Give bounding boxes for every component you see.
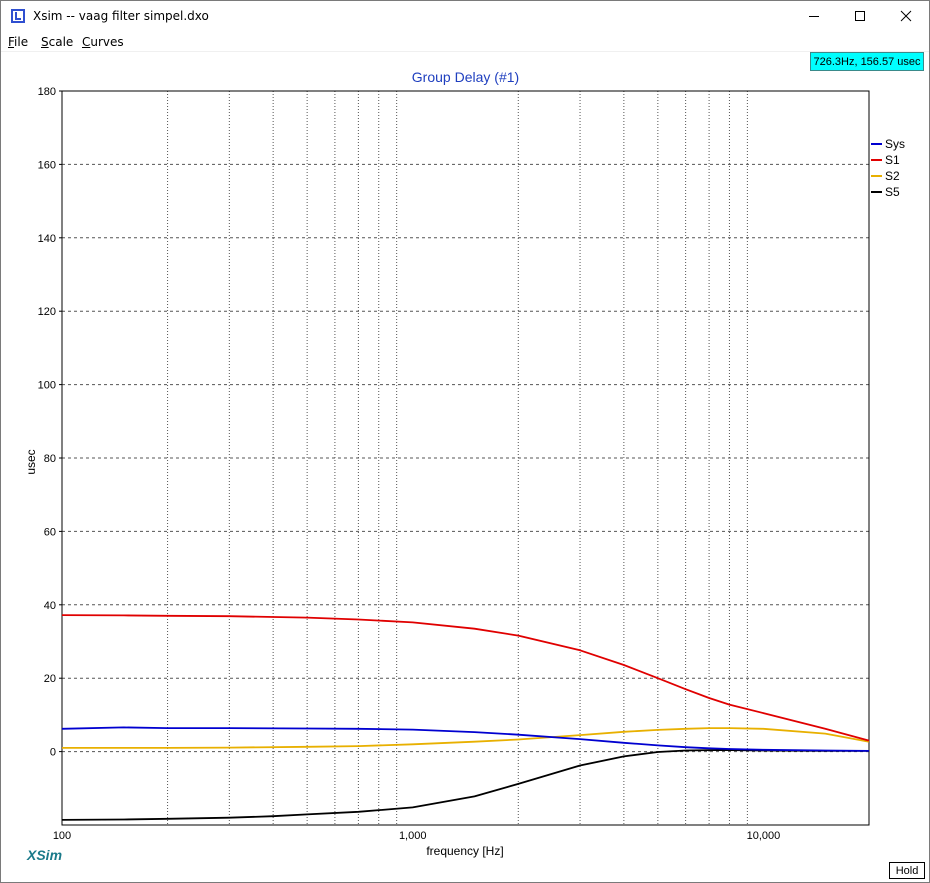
legend-label-s5: S5 [885,185,900,199]
hold-button[interactable]: Hold [889,862,925,879]
y-tick-label: 100 [38,380,56,392]
y-tick-label: 40 [44,600,56,612]
xsim-logo: XSim [27,847,63,863]
y-tick-label: 140 [38,233,56,245]
x-tick-label: 1,000 [399,830,427,842]
x-tick-label: 100 [53,830,71,842]
legend-label-s1: S1 [885,153,900,167]
chart-title: Group Delay (#1) [412,69,519,85]
y-tick-label: 60 [44,526,56,538]
y-tick-label: 0 [50,747,56,759]
cursor-readout: 726.3Hz, 156.57 usec [810,52,924,71]
y-axis-label: usec [24,449,38,474]
y-tick-label: 80 [44,453,56,465]
legend-label-s2: S2 [885,169,900,183]
legend-label-sys: Sys [885,137,905,151]
y-tick-label: 180 [38,86,56,98]
y-tick-label: 120 [38,306,56,318]
y-tick-label: 160 [38,159,56,171]
y-tick-label: 20 [44,673,56,685]
x-tick-label: 10,000 [747,830,781,842]
group-delay-chart[interactable]: 0 20 40 60 80 100 120 140 160 180 100 1,000 10,000 Gr… [0,0,930,883]
x-axis-label: frequency [Hz] [426,844,503,858]
